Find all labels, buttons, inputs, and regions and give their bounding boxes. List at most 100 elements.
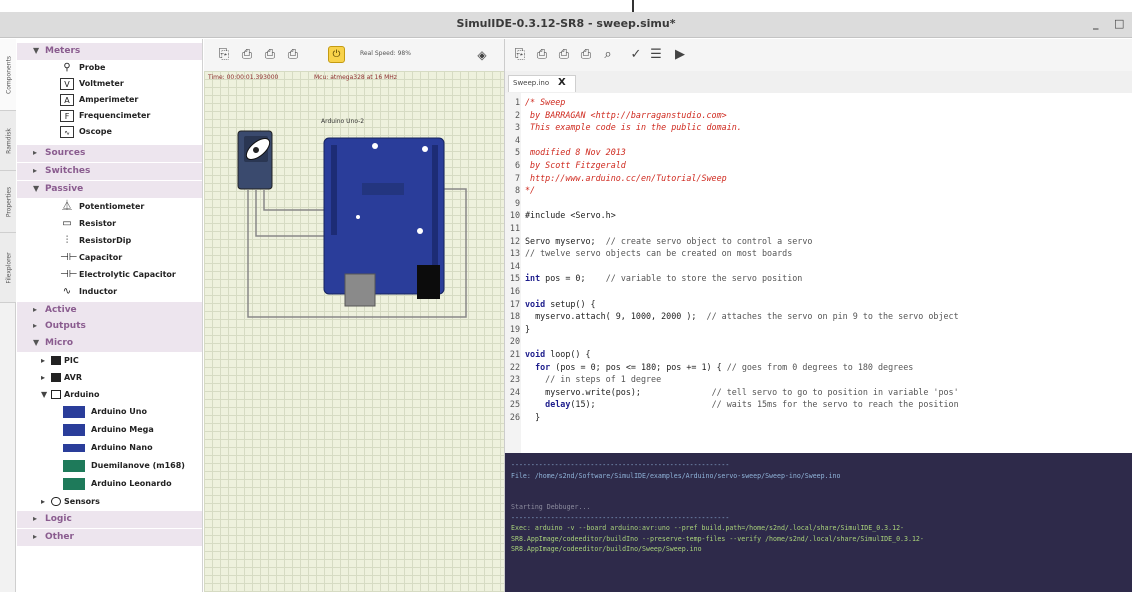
status-mcu: Mcu: atmega328 at 16 MHz [314, 74, 397, 81]
new-circuit-icon[interactable]: ⎘ [217, 48, 231, 62]
line-number: 3 [514, 122, 520, 133]
category-label: Logic [45, 514, 72, 524]
micro-group-sensors[interactable]: ▸ Sensors [41, 494, 191, 510]
component-capacitor[interactable]: ⊣⊢ Capacitor [60, 250, 200, 266]
component-oscope[interactable]: ∿ Oscope [60, 124, 200, 140]
power-jack [417, 265, 440, 299]
mount-hole [372, 143, 378, 149]
component-frequencimeter[interactable]: F Frequencimeter [60, 108, 200, 124]
code-text: myservo.write(pos); // tell servo to go … [525, 386, 959, 397]
category-sources[interactable]: ▸ Sources [17, 145, 202, 162]
board-arduino-uno[interactable]: Arduino Uno [63, 404, 202, 420]
component-label: Oscope [79, 127, 112, 136]
category-passive[interactable]: ▼ Passive [17, 181, 202, 198]
component-amperimeter[interactable]: A Amperimeter [60, 92, 200, 108]
output-console[interactable]: ----------------------------------------… [504, 453, 1132, 592]
line-number: 13 [509, 248, 520, 259]
code-line: 2 by BARRAGAN <http://barraganstudio.com… [505, 110, 1132, 121]
category-outputs[interactable]: ▸ Outputs [17, 318, 202, 335]
line-number: 17 [509, 298, 520, 309]
category-other[interactable]: ▸ Other [17, 529, 202, 546]
tab-filexplorer[interactable]: Filexplorer [0, 233, 16, 303]
debug-run-icon[interactable]: ▶ [673, 48, 687, 62]
expanded-arrow-icon: ▼ [41, 390, 48, 399]
code-text: */ [525, 185, 536, 196]
tab-sweep-ino[interactable]: Sweep.ino X [508, 75, 576, 92]
expanded-arrow-icon: ▼ [33, 46, 40, 55]
component-voltmeter[interactable]: V Voltmeter [60, 76, 200, 92]
category-active[interactable]: ▸ Active [17, 302, 202, 319]
open-file-icon[interactable]: ⎙ [535, 48, 549, 62]
resistor-dip-icon: ⫶ [65, 235, 69, 246]
line-number: 26 [509, 412, 520, 422]
code-text: /* Sweep [525, 97, 566, 107]
line-number: 25 [509, 399, 520, 410]
maximize-button[interactable]: □ [1114, 17, 1124, 30]
close-icon[interactable]: X [558, 77, 566, 88]
board-arduino-nano[interactable]: Arduino Nano [63, 440, 202, 456]
tab-components[interactable]: Components [0, 39, 16, 111]
save-circuit-icon[interactable]: ⎙ [263, 48, 277, 62]
category-micro[interactable]: ▼ Micro [17, 335, 202, 352]
minimize-button[interactable]: _ [1093, 17, 1099, 30]
micro-group-avr[interactable]: ▸ AVR [41, 370, 191, 386]
micro-group-arduino[interactable]: ▼ Arduino [41, 387, 191, 403]
line-number: 9 [514, 197, 520, 208]
chip-icon [51, 356, 61, 365]
micro-group-pic[interactable]: ▸ PIC [41, 353, 191, 369]
code-text: void loop() { [525, 349, 591, 359]
board-label: Arduino Uno [91, 407, 147, 416]
upload-icon[interactable]: ☰ [649, 48, 663, 62]
tab-ramdisk[interactable]: Ramdisk [0, 111, 16, 171]
component-resistordip[interactable]: ⫶ ResistorDip [60, 233, 200, 249]
board-duemilanove[interactable]: Duemilanove (m168) [63, 458, 202, 474]
component-probe[interactable]: ⚲ Probe [60, 60, 200, 76]
category-label: Micro [45, 338, 73, 348]
component-electrolytic-capacitor[interactable]: ⊣⊢ Electrolytic Capacitor [60, 267, 202, 283]
save-file-icon[interactable]: ⎙ [557, 48, 571, 62]
code-line: 24 myservo.write(pos); // tell servo to … [505, 387, 1132, 398]
tab-properties[interactable]: Properties [0, 171, 16, 233]
code-line: 10 #include <Servo.h> [505, 210, 1132, 221]
open-circuit-icon[interactable]: ⎙ [240, 48, 254, 62]
new-file-icon[interactable]: ⎘ [513, 48, 527, 62]
board-arduino-mega[interactable]: Arduino Mega [63, 422, 202, 438]
code-editor[interactable]: 1 /* Sweep 2 by BARRAGAN <http://barragans… [504, 93, 1132, 453]
component-label: Electrolytic Capacitor [79, 270, 176, 279]
tab-properties-label: Properties [5, 186, 13, 217]
code-line: 9 [505, 198, 1132, 209]
side-tab-strip: Components Ramdisk Properties Filexplore… [0, 39, 16, 592]
code-line: 4 [505, 135, 1132, 146]
save-as-file-icon[interactable]: ⎙ [579, 48, 593, 62]
usb-port [344, 273, 376, 307]
category-logic[interactable]: ▸ Logic [17, 511, 202, 528]
category-switches[interactable]: ▸ Switches [17, 163, 202, 180]
compile-icon[interactable]: ✓ [629, 48, 643, 62]
collapsed-arrow-icon: ▸ [33, 321, 38, 330]
circuit-canvas[interactable] [204, 71, 504, 592]
code-text: int pos = 0; // variable to store the se… [525, 273, 803, 284]
component-potentiometer[interactable]: ⏅ Potentiometer [60, 199, 200, 215]
potentiometer-icon: ⏅ [62, 201, 72, 212]
board-label: Arduino Leonardo [91, 479, 172, 488]
speed-label: Real Speed: 98% [360, 50, 411, 57]
board-label: Arduino Nano [91, 443, 153, 452]
code-line: 1 /* Sweep [505, 97, 1132, 108]
save-as-circuit-icon[interactable]: ⎙ [286, 48, 300, 62]
circuit-toolbar: ⎘ ⎙ ⎙ ⎙ ⏻ Real Speed: 98% [204, 39, 504, 71]
find-icon[interactable]: ◈ [475, 48, 489, 62]
code-text: Servo myservo; // create servo object to… [525, 235, 813, 246]
expanded-arrow-icon: ▼ [33, 338, 40, 347]
component-resistor[interactable]: ▭ Resistor [60, 216, 200, 232]
component-inductor[interactable]: ∿ Inductor [60, 284, 200, 300]
code-line: 6 by Scott Fitzgerald [505, 160, 1132, 171]
board-arduino-leonardo[interactable]: Arduino Leonardo [63, 476, 202, 492]
line-number: 6 [514, 160, 520, 170]
component-label: Frequencimeter [79, 111, 151, 120]
group-label: Arduino [64, 390, 100, 399]
category-meters[interactable]: ▼ Meters [17, 43, 202, 60]
mount-hole [356, 215, 360, 219]
power-button[interactable]: ⏻ [328, 46, 345, 63]
voltmeter-icon: V [60, 78, 74, 90]
find-replace-icon[interactable]: ⌕ [601, 48, 615, 62]
